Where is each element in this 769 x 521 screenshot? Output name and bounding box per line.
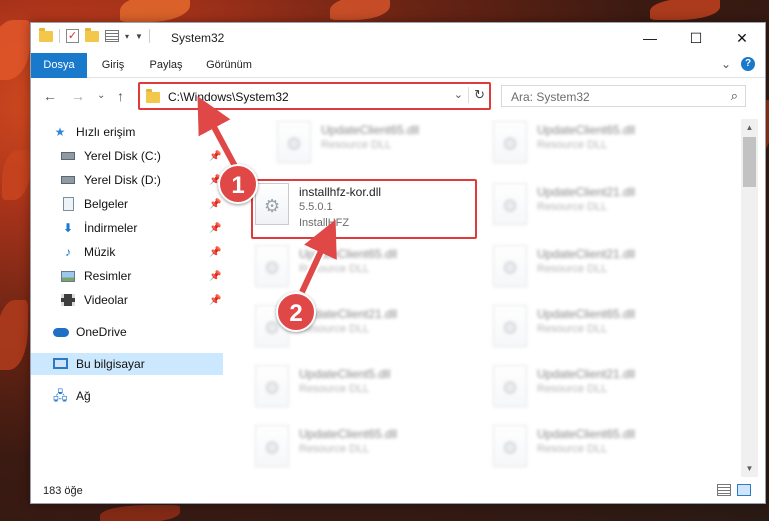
arrow-1 [197,96,239,170]
callout-arrows [197,96,337,297]
step-1-badge: 1 [218,164,258,204]
step-2-badge: 2 [276,292,316,332]
arrow-2 [299,219,337,294]
